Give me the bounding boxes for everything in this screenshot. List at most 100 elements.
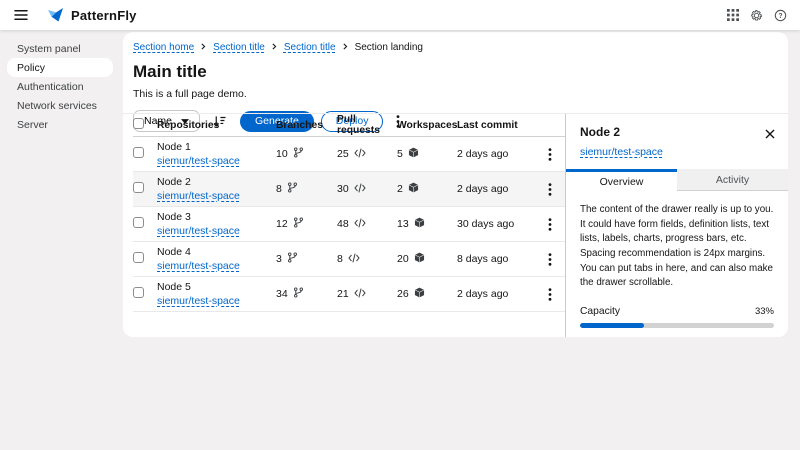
- progress-label: Capacity: [580, 306, 620, 317]
- pull-requests-cell: 30: [337, 172, 397, 207]
- pull-requests-value: 48: [337, 218, 366, 231]
- last-commit-cell: 2 days ago: [457, 277, 535, 312]
- row-checkbox[interactable]: [133, 217, 144, 228]
- page-subtitle: This is a full page demo.: [133, 88, 776, 100]
- cube-icon: [414, 287, 425, 301]
- code-icon: [354, 148, 366, 161]
- code-branch-icon: [293, 147, 304, 161]
- repo-link[interactable]: siemur/test-space: [157, 155, 240, 167]
- app-launcher-icon[interactable]: [727, 9, 739, 21]
- code-branch-icon: [287, 252, 298, 266]
- repo-link[interactable]: siemur/test-space: [157, 295, 240, 307]
- sidebar-item-network-services[interactable]: Network services: [0, 96, 120, 115]
- repositories-table: RepositoriesBranchesPull requestsWorkspa…: [133, 114, 565, 312]
- row-checkbox-cell: [133, 242, 157, 277]
- workspaces-value: 26: [397, 287, 425, 301]
- workspaces-value: 2: [397, 182, 419, 196]
- table-row-node-4: Node 4siemur/test-space3 8 20 8 days ago: [133, 242, 565, 277]
- tab-activity[interactable]: Activity: [677, 169, 788, 191]
- brand: PatternFly: [47, 7, 137, 24]
- repo-name: Node 5: [157, 281, 276, 293]
- sidebar-item-system-panel[interactable]: System panel: [0, 39, 120, 58]
- repo-cell: Node 1 siemur/test-space: [157, 137, 276, 172]
- row-kebab-icon[interactable]: [548, 218, 552, 231]
- row-kebab-icon[interactable]: [548, 288, 552, 301]
- table-row-node-1: Node 1siemur/test-space10 25 5 2 days ag…: [133, 137, 565, 172]
- repo-link[interactable]: siemur/test-space: [157, 190, 240, 202]
- last-commit-cell: 8 days ago: [457, 242, 535, 277]
- breadcrumb: Section home Section title Section title Se…: [133, 42, 776, 53]
- branches-cell: 12: [276, 207, 337, 242]
- cube-icon: [414, 217, 425, 231]
- repo-link[interactable]: siemur/test-space: [157, 260, 240, 272]
- branches-cell: 10: [276, 137, 337, 172]
- last-commit-cell: 2 days ago: [457, 172, 535, 207]
- sidebar-item-authentication[interactable]: Authentication: [0, 77, 120, 96]
- row-kebab-icon[interactable]: [548, 253, 552, 266]
- breadcrumb-link-2[interactable]: Section title: [284, 42, 336, 53]
- pull-requests-value: 8: [337, 253, 360, 266]
- repo-link[interactable]: siemur/test-space: [157, 225, 240, 237]
- column-header-repositories: Repositories: [157, 114, 276, 137]
- cube-icon: [408, 182, 419, 196]
- hamburger-icon[interactable]: [14, 9, 28, 21]
- drawer-repo-link[interactable]: siemur/test-space: [580, 146, 663, 158]
- progress-track: [580, 323, 774, 328]
- code-branch-icon: [293, 287, 304, 301]
- progress-value: 33%: [755, 306, 774, 317]
- breadcrumb-divider-icon: [343, 42, 348, 53]
- progress-fill: [580, 323, 644, 328]
- column-header-workspaces: Workspaces: [397, 114, 457, 137]
- pull-requests-cell: 48: [337, 207, 397, 242]
- select-all-checkbox[interactable]: [133, 118, 144, 129]
- help-icon[interactable]: ?: [774, 9, 787, 22]
- sidebar-item-policy[interactable]: Policy: [7, 58, 113, 77]
- close-icon[interactable]: [765, 127, 775, 142]
- row-kebab-icon[interactable]: [548, 183, 552, 196]
- table-row-node-2: Node 2siemur/test-space8 30 2 2 days ago: [133, 172, 565, 207]
- pull-requests-cell: 25: [337, 137, 397, 172]
- row-checkbox[interactable]: [133, 252, 144, 263]
- details-drawer: Node 2 siemur/test-space OverviewActivit…: [565, 114, 788, 337]
- branches-cell: 34: [276, 277, 337, 312]
- code-icon: [354, 218, 366, 231]
- tab-overview[interactable]: Overview: [566, 169, 677, 191]
- row-checkbox-cell: [133, 207, 157, 242]
- last-commit-cell: 2 days ago: [457, 137, 535, 172]
- branches-value: 8: [276, 182, 298, 196]
- code-branch-icon: [287, 182, 298, 196]
- main-content-card: Section home Section title Section title Se…: [123, 32, 788, 337]
- sidebar-item-server[interactable]: Server: [0, 115, 120, 134]
- row-actions-cell: [535, 242, 565, 277]
- branches-cell: 3: [276, 242, 337, 277]
- row-checkbox[interactable]: [133, 287, 144, 298]
- row-kebab-icon[interactable]: [548, 148, 552, 161]
- pull-requests-value: 30: [337, 183, 366, 196]
- breadcrumb-link-1[interactable]: Section title: [213, 42, 265, 53]
- settings-icon[interactable]: [750, 9, 763, 22]
- pull-requests-cell: 8: [337, 242, 397, 277]
- repo-cell: Node 2siemur/test-space: [157, 172, 276, 207]
- branches-value: 12: [276, 217, 304, 231]
- row-checkbox[interactable]: [133, 147, 144, 158]
- progress-header: Capacity 33%: [580, 306, 774, 317]
- pull-requests-value: 25: [337, 148, 366, 161]
- breadcrumb-current: Section landing: [355, 42, 423, 53]
- cube-icon: [408, 147, 419, 161]
- breadcrumb-link-0[interactable]: Section home: [133, 42, 194, 53]
- row-actions-cell: [535, 207, 565, 242]
- sidebar-nav: System panelPolicyAuthenticationNetwork …: [0, 30, 120, 450]
- breadcrumb-divider-icon: [201, 42, 206, 53]
- progress-capacity: Capacity 33%: [580, 306, 774, 328]
- drawer-title: Node 2: [580, 125, 774, 139]
- workspaces-value: 20: [397, 252, 425, 266]
- page-title: Main title: [133, 62, 776, 82]
- drawer-tabs: OverviewActivity: [566, 169, 788, 191]
- progress-list: Capacity33%Modules66%: [580, 306, 774, 337]
- repo-name: Node 1: [157, 141, 276, 153]
- row-checkbox[interactable]: [133, 182, 144, 193]
- workspaces-cell: 13: [397, 207, 457, 242]
- cube-icon: [414, 252, 425, 266]
- svg-text:?: ?: [778, 12, 782, 19]
- code-branch-icon: [293, 217, 304, 231]
